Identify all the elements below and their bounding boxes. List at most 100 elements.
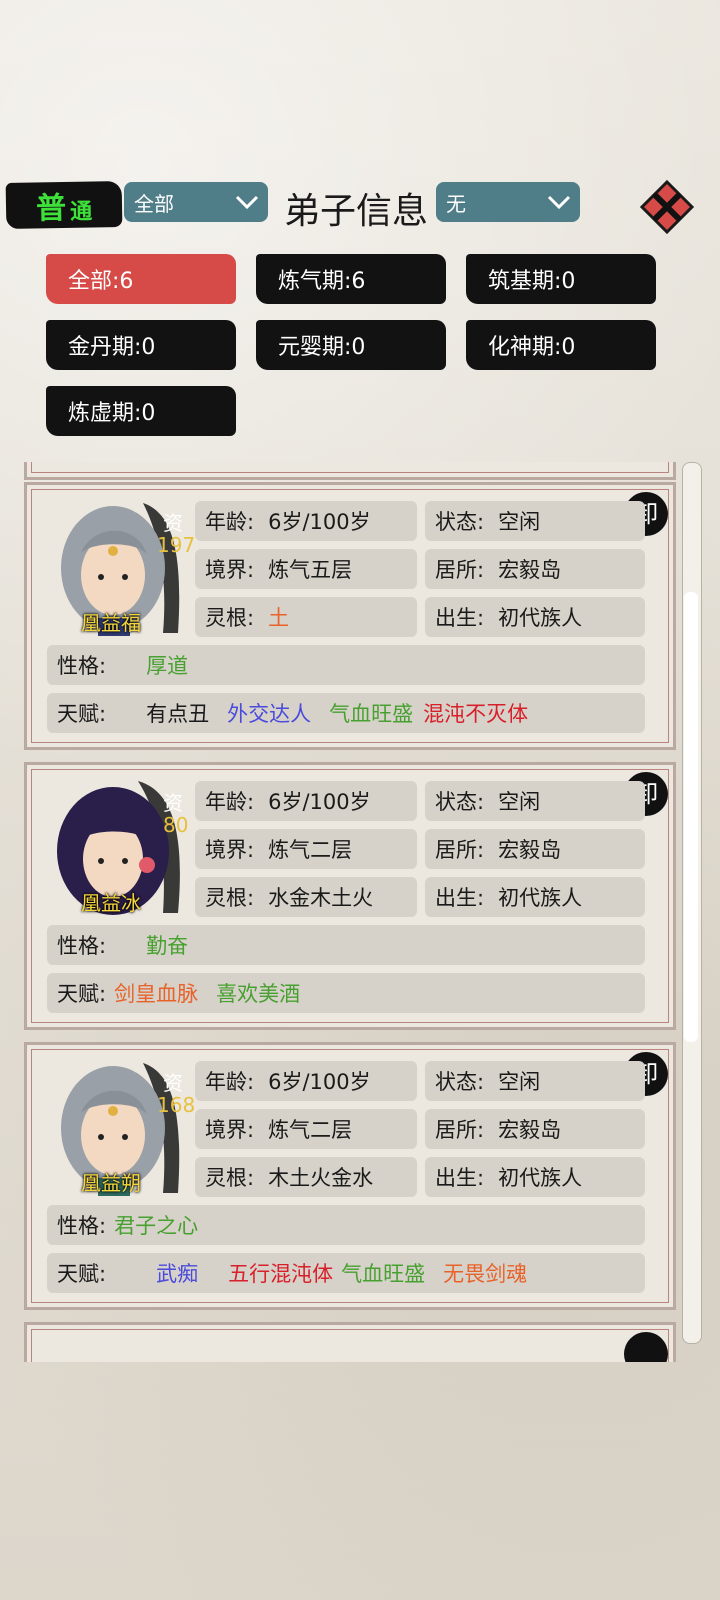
root-field: 灵根: 木土火金水: [195, 1157, 417, 1197]
aptitude-value: 168: [157, 1093, 196, 1117]
disciple-card-partial: [24, 462, 676, 480]
status-value: 空闲: [498, 510, 541, 534]
talent-tag: 混沌不灭体: [423, 702, 529, 726]
disciple-name: 凰益朔: [81, 1171, 141, 1195]
age-field: 年龄: 6岁/100岁: [195, 781, 417, 821]
age-field: 年龄: 6岁/100岁: [195, 501, 417, 541]
aptitude-label: 资: [163, 791, 183, 815]
filter-dropdown-left-value: 全部: [134, 191, 174, 216]
talent-tag: 有点丑: [146, 702, 210, 726]
birth-label: 出生:: [435, 606, 485, 630]
chevron-down-icon: [235, 195, 259, 210]
talent-tag: 气血旺盛: [329, 702, 414, 726]
talent-label: 天赋:: [57, 1262, 107, 1286]
status-field: 状态: 空闲: [425, 501, 645, 541]
root-value: 土: [268, 606, 290, 630]
talent-tag: 五行混沌体: [228, 1262, 334, 1286]
disciple-card[interactable]: 资 168 凰益朔 卸 年龄: 6岁/100岁 状态: 空闲 境界: 炼气二层 居所:…: [24, 1042, 676, 1310]
personality-label: 性格:: [57, 934, 107, 958]
filter-dropdown-right[interactable]: 无: [436, 182, 580, 222]
personality-label: 性格:: [57, 1214, 107, 1238]
residence-label: 居所:: [435, 558, 485, 582]
status-label: 状态:: [435, 1070, 485, 1094]
realm-field: 境界: 炼气二层: [195, 1109, 417, 1149]
scrollbar-thumb[interactable]: [684, 592, 698, 1042]
status-value: 空闲: [498, 790, 541, 814]
aptitude-value: 80: [163, 813, 189, 837]
aptitude-label: 资: [163, 1071, 183, 1095]
disciple-card-partial: [24, 1322, 676, 1362]
personality-value: 厚道: [146, 654, 189, 678]
realm-value: 炼气二层: [268, 838, 353, 862]
aptitude-label: 资: [163, 511, 183, 535]
root-label: 灵根:: [205, 606, 255, 630]
realm-field: 境界: 炼气二层: [195, 829, 417, 869]
talent-tag: 气血旺盛: [341, 1262, 426, 1286]
birth-value: 初代族人: [498, 606, 583, 630]
personality-field: 性格: 厚道: [47, 645, 645, 685]
root-label: 灵根:: [205, 886, 255, 910]
filter-chip-label: 炼气期:6: [278, 269, 366, 294]
filter-dropdown-left[interactable]: 全部: [124, 182, 268, 222]
birth-value: 初代族人: [498, 1166, 583, 1190]
age-value: 6岁/100岁: [268, 790, 371, 814]
dismiss-seal-icon: [624, 1332, 668, 1362]
talent-label: 天赋:: [57, 702, 107, 726]
filter-chip-yuanying[interactable]: 元婴期:0: [256, 320, 446, 370]
talent-field: 天赋: 剑皇血脉 喜欢美酒: [47, 973, 645, 1013]
birth-field: 出生: 初代族人: [425, 1157, 645, 1197]
filter-chip-huashen[interactable]: 化神期:0: [466, 320, 656, 370]
residence-value: 宏毅岛: [498, 558, 562, 582]
talent-tag: 剑皇血脉: [114, 982, 199, 1006]
disciple-name: 凰益冰: [81, 891, 141, 915]
filter-chip-lianxu[interactable]: 炼虚期:0: [46, 386, 236, 436]
birth-field: 出生: 初代族人: [425, 877, 645, 917]
status-field: 状态: 空闲: [425, 1061, 645, 1101]
talent-label: 天赋:: [57, 982, 107, 1006]
root-value: 木土火金水: [268, 1166, 374, 1190]
filter-chip-label: 金丹期:0: [68, 335, 156, 360]
talent-tag: 外交达人: [227, 702, 312, 726]
mode-toggle-button[interactable]: 普 通: [5, 180, 123, 230]
residence-value: 宏毅岛: [498, 838, 562, 862]
talent-tag: 无畏剑魂: [443, 1262, 528, 1286]
disciple-card[interactable]: 资 80 凰益冰 卸 年龄: 6岁/100岁 状态: 空闲 境界: 炼气二层 居所: 宏…: [24, 762, 676, 1030]
realm-label: 境界:: [205, 1118, 255, 1142]
realm-label: 境界:: [205, 558, 255, 582]
personality-field: 性格: 君子之心: [47, 1205, 645, 1245]
filter-chip-label: 炼虚期:0: [68, 401, 156, 426]
personality-value: 勤奋: [146, 934, 189, 958]
disciple-list[interactable]: 资 197 凰益福 卸 年龄: 6岁/100岁 状态: 空闲 境界: 炼气五层 居所:…: [20, 462, 680, 1362]
realm-field: 境界: 炼气五层: [195, 549, 417, 589]
filter-chip-jindan[interactable]: 金丹期:0: [46, 320, 236, 370]
filter-chip-label: 全部:6: [68, 269, 134, 294]
filter-chip-zhuji[interactable]: 筑基期:0: [466, 254, 656, 304]
realm-label: 境界:: [205, 838, 255, 862]
age-field: 年龄: 6岁/100岁: [195, 1061, 417, 1101]
mode-char-2: 通: [69, 198, 93, 225]
status-value: 空闲: [498, 1070, 541, 1094]
realm-value: 炼气二层: [268, 1118, 353, 1142]
residence-field: 居所: 宏毅岛: [425, 549, 645, 589]
disciple-name: 凰益福: [81, 611, 141, 635]
birth-label: 出生:: [435, 886, 485, 910]
residence-field: 居所: 宏毅岛: [425, 1109, 645, 1149]
residence-value: 宏毅岛: [498, 1118, 562, 1142]
root-field: 灵根: 土: [195, 597, 417, 637]
filter-chip-label: 筑基期:0: [488, 269, 576, 294]
talent-field: 天赋: 武痴 五行混沌体 气血旺盛 无畏剑魂: [47, 1253, 645, 1293]
talent-field: 天赋: 有点丑 外交达人 气血旺盛 混沌不灭体: [47, 693, 645, 733]
page-title: 弟子信息: [284, 191, 429, 232]
residence-label: 居所:: [435, 838, 485, 862]
talent-tag: 武痴: [156, 1262, 199, 1286]
filter-chip-lianqi[interactable]: 炼气期:6: [256, 254, 446, 304]
status-label: 状态:: [435, 790, 485, 814]
age-label: 年龄:: [205, 510, 255, 534]
age-label: 年龄:: [205, 1070, 255, 1094]
root-label: 灵根:: [205, 1166, 255, 1190]
close-icon[interactable]: [640, 180, 694, 234]
status-label: 状态:: [435, 510, 485, 534]
disciple-card[interactable]: 资 197 凰益福 卸 年龄: 6岁/100岁 状态: 空闲 境界: 炼气五层 居所:…: [24, 482, 676, 750]
age-label: 年龄:: [205, 790, 255, 814]
filter-chip-all[interactable]: 全部:6: [46, 254, 236, 304]
